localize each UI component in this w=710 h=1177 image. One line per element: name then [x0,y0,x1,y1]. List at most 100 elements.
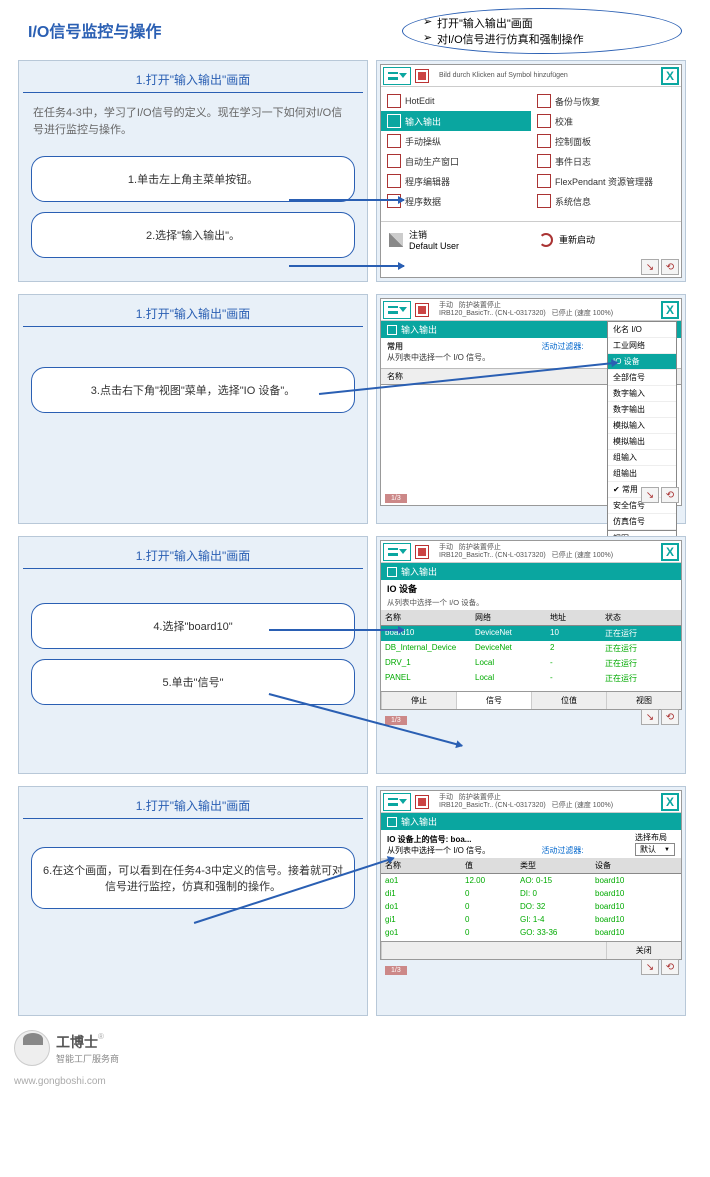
view-gi[interactable]: 组输入 [608,450,676,466]
main-menu-button[interactable] [383,301,411,319]
view-dropdown[interactable]: 化名 I/O 工业网络 IO 设备 全部信号 数字输入 数字输出 模拟输入 模拟… [607,321,677,548]
step-3: 3.点击右下角"视图"菜单，选择"IO 设备"。 [31,367,355,413]
signal-row[interactable]: ao112.00AO: 0-15board10 [381,874,681,887]
close-icon[interactable]: X [661,543,679,561]
close-icon[interactable]: X [661,301,679,319]
device-row[interactable]: DRV_1Local-正在运行 [381,656,681,671]
step-6: 6.在这个画面，可以看到在任务4-3中定义的信号。接着就可对信号进行监控，仿真和… [31,847,355,909]
tab-close[interactable]: 关闭 [606,942,682,959]
signal-row[interactable]: di10DI: 0board10 [381,887,681,900]
main-menu-button[interactable] [383,793,411,811]
menu-io[interactable]: 输入输出 [381,111,531,131]
panel-heading: 1.打开"输入输出"画面 [23,791,363,819]
corner-icon-1[interactable]: ↘ [641,959,659,975]
io-icon [387,325,397,335]
screenshot-4: 手动 防护装置停止IRB120_BasicTr.. (CN-L-0317320)… [376,786,686,1016]
menu-autoprod[interactable]: 自动生产窗口 [381,151,531,171]
io-device-hint: 从列表中选择一个 I/O 设备。 [381,597,681,610]
logo-name: 工博士 [56,1034,98,1050]
corner-icons: ↘⟲ [641,487,679,503]
corner-icon-2[interactable]: ⟲ [661,959,679,975]
view-di[interactable]: 数字输入 [608,386,676,402]
arrow-2 [289,265,404,267]
bottom-tabs: 关闭 [381,941,681,959]
task-tab[interactable]: 1/3 [385,966,407,975]
corner-icons: ↘⟲ [641,259,679,275]
intro-line-2: 对I/O信号进行仿真和强制操作 [423,31,661,47]
menu-controlpanel[interactable]: 控制面板 [531,131,681,151]
menu-prgeditor[interactable]: 程序编辑器 [381,171,531,191]
corner-icon-2[interactable]: ⟲ [661,709,679,725]
screenshot-2: 手动 防护装置停止IRB120_BasicTr.. (CN-L-0317320)… [376,294,686,524]
menu-manual[interactable]: 手动操纵 [381,131,531,151]
step-4: 4.选择"board10" [31,603,355,649]
menu-calib[interactable]: 校准 [531,111,681,131]
menu-eventlog[interactable]: 事件日志 [531,151,681,171]
breadcrumb-io: 输入输出 [381,813,681,830]
view-go[interactable]: 组输出 [608,466,676,482]
tab-signal[interactable]: 信号 [456,692,531,709]
intro-paragraph: 在任务4-3中，学习了I/O信号的定义。现在学习一下如何对I/O信号进行监控与操… [23,101,363,146]
panel-heading: 1.打开"输入输出"画面 [23,541,363,569]
menu-logout[interactable]: 注销Default User [381,222,531,257]
io-device-title: IO 设备 [381,580,681,597]
corner-icons: ↘⟲ [641,709,679,725]
device-row[interactable]: PANELLocal-正在运行 [381,671,681,686]
main-menu-grid: HotEdit 备份与恢复 输入输出 校准 手动操纵 控制面板 自动生产窗口 事… [381,87,681,215]
screenshot-1: Bild durch Klicken auf Symbol hinzufügen… [376,60,686,282]
view-do[interactable]: 数字输出 [608,402,676,418]
close-icon[interactable]: X [661,793,679,811]
main-menu-button[interactable] [383,67,411,85]
layout-select[interactable]: 默认 [635,843,675,856]
corner-icons: ↘⟲ [641,959,679,975]
robot-icon [415,545,429,559]
bottom-tabs: 停止 信号 位值 视图 [381,691,681,709]
tab-stop[interactable]: 停止 [381,692,456,709]
arrow-4 [269,629,404,631]
logo-url: www.gongboshi.com [0,1076,710,1087]
device-table-header: 名称网络地址状态 [381,610,681,626]
view-allsignals[interactable]: 全部信号 [608,370,676,386]
menu-hotedit[interactable]: HotEdit [381,91,531,111]
main-menu-button[interactable] [383,543,411,561]
status-info: 手动 防护装置停止IRB120_BasicTr.. (CN-L-0317320)… [433,794,661,809]
signals-title: IO 设备上的信号: boa... [387,835,471,844]
tab-view[interactable]: 视图 [606,692,681,709]
step-1: 1.单击左上角主菜单按钮。 [31,156,355,202]
tab-bit[interactable]: 位值 [531,692,606,709]
menu-sysinfo[interactable]: 系统信息 [531,191,681,211]
menu-flexpendant[interactable]: FlexPendant 资源管理器 [531,171,681,191]
device-row-board10[interactable]: board10DeviceNet10正在运行 [381,626,681,641]
signal-table-header: 名称值类型设备 [381,858,681,874]
corner-icon-2[interactable]: ⟲ [661,259,679,275]
view-sim[interactable]: 仿真信号 [608,514,676,530]
view-network[interactable]: 工业网络 [608,338,676,354]
panel-heading: 1.打开"输入输出"画面 [23,65,363,93]
menu-restart[interactable]: 重新启动 [531,222,681,257]
corner-icon-2[interactable]: ⟲ [661,487,679,503]
corner-icon-1[interactable]: ↘ [641,487,659,503]
signal-row[interactable]: gi10GI: 1-4board10 [381,913,681,926]
view-ao[interactable]: 模拟输出 [608,434,676,450]
status-info: 手动 防护装置停止IRB120_BasicTr.. (CN-L-0317320)… [433,302,661,317]
task-tab[interactable]: 1/3 [385,716,407,725]
panel-left-2: 1.打开"输入输出"画面 3.点击右下角"视图"菜单，选择"IO 设备"。 [18,294,368,524]
corner-icon-1[interactable]: ↘ [641,259,659,275]
footer-logo: 工博士® 智能工厂服务商 [0,1022,710,1076]
task-tab[interactable]: 1/3 [385,494,407,503]
device-row[interactable]: DB_Internal_DeviceDeviceNet2正在运行 [381,641,681,656]
signal-row[interactable]: do10DO: 32board10 [381,900,681,913]
reload-icon [539,233,553,247]
corner-icon-1[interactable]: ↘ [641,709,659,725]
arrow-1 [289,199,404,201]
io-icon [387,817,397,827]
view-alias[interactable]: 化名 I/O [608,322,676,338]
io-icon [387,567,397,577]
menu-backup[interactable]: 备份与恢复 [531,91,681,111]
panel-left-3: 1.打开"输入输出"画面 4.选择"board10" 5.单击"信号" [18,536,368,774]
signal-row[interactable]: go10GO: 33-36board10 [381,926,681,939]
title-bar-text: Bild durch Klicken auf Symbol hinzufügen [433,72,661,80]
step-5: 5.单击"信号" [31,659,355,705]
view-ai[interactable]: 模拟输入 [608,418,676,434]
close-icon[interactable]: X [661,67,679,85]
